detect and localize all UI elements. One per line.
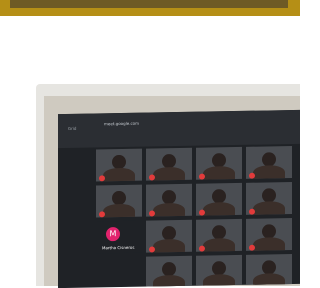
participant-tile[interactable] [246, 146, 292, 179]
participant-body [202, 201, 236, 216]
participant-body [152, 166, 186, 181]
participant-tile[interactable] [96, 148, 142, 182]
participant-tile[interactable] [246, 182, 292, 215]
participant-avatar: M [106, 227, 120, 242]
top-strip-inner [10, 0, 288, 8]
video-grid: M Martha Cisneros [96, 146, 300, 288]
participant-name: Martha Cisneros [102, 244, 135, 251]
participant-tile[interactable] [196, 182, 242, 216]
participant-tile-avatar[interactable]: M Martha Cisneros [96, 220, 142, 254]
participant-tile[interactable] [146, 183, 192, 217]
top-strip [0, 0, 300, 16]
participant-tile[interactable] [196, 254, 242, 288]
participant-body [102, 167, 136, 182]
participant-body [152, 202, 186, 217]
participant-tile[interactable] [146, 255, 192, 288]
participant-tile[interactable] [196, 218, 242, 252]
participant-tile[interactable] [146, 219, 192, 253]
browser-url[interactable]: meet.google.com [104, 121, 139, 127]
participant-tile[interactable] [96, 184, 142, 218]
laptop-screen: Grid meet.google.com M Martha Cisneros [58, 109, 300, 288]
participant-body [202, 165, 236, 180]
participant-body [252, 200, 286, 215]
participant-body [152, 238, 186, 253]
participant-body [252, 164, 286, 179]
participant-body [102, 203, 136, 218]
browser-toolbar: Grid meet.google.com [58, 109, 300, 149]
participant-body [202, 237, 236, 252]
participant-tile[interactable] [246, 254, 292, 287]
participant-body [252, 236, 286, 251]
participant-tile[interactable] [246, 218, 292, 251]
browser-tab[interactable]: Grid [68, 126, 76, 131]
participant-tile[interactable] [196, 146, 242, 180]
participant-tile[interactable] [146, 147, 192, 181]
